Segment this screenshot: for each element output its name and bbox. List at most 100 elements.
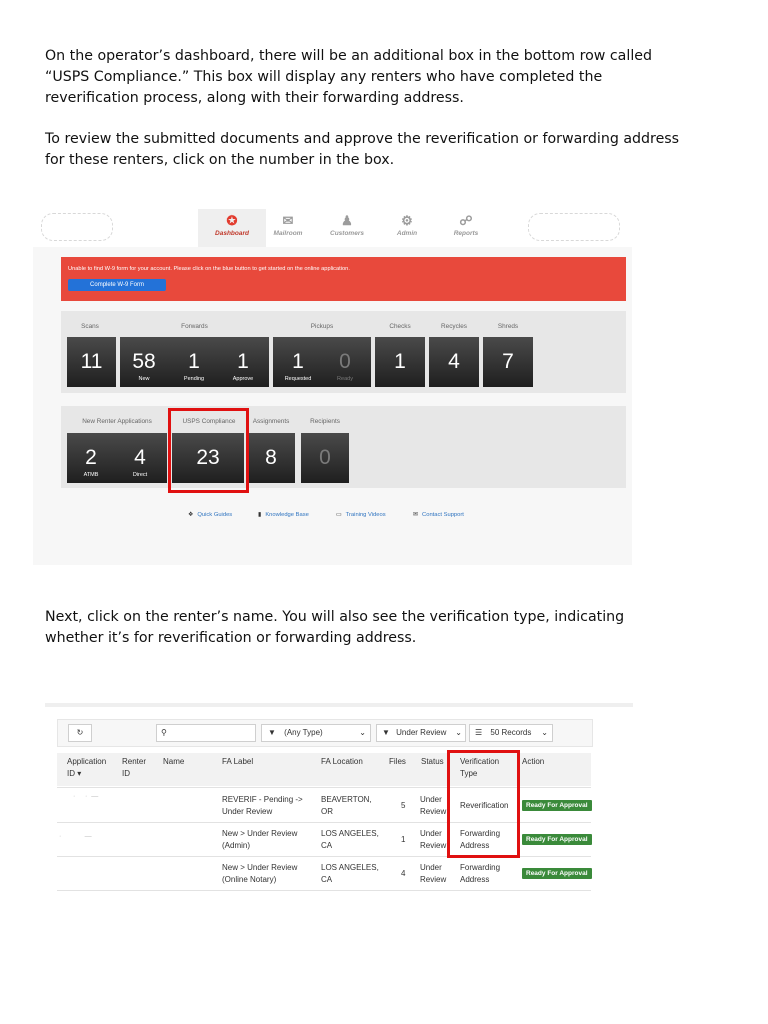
knowledge-base-link[interactable]: ▮ Knowledge Base [258, 511, 309, 518]
gears-icon: ⚙ [401, 213, 413, 228]
recycles-count: 4 [448, 350, 460, 373]
col-fa-label[interactable]: FA Label [222, 756, 253, 768]
row3-ready-for-approval-button[interactable]: Ready For Approval [522, 868, 592, 879]
search-icon: ⚲ [161, 728, 167, 737]
contact-support-link[interactable]: ✉ Contact Support [413, 511, 464, 518]
chevron-down-icon: ⌄ [359, 728, 366, 737]
col-application-id[interactable]: Application ID ▾ [67, 756, 115, 780]
quick-guides-link[interactable]: ❖ Quick Guides [188, 511, 232, 518]
recipients-tile[interactable]: 0 [301, 433, 349, 483]
row2-files[interactable]: 1 [401, 834, 405, 846]
pickups-tile: 1 Requested 0 Ready [273, 337, 371, 387]
highlight-box [447, 750, 520, 858]
checks-tile[interactable]: 1 [375, 337, 425, 387]
next-step-paragraph: Next, click on the renter’s name. You wi… [45, 607, 735, 649]
line: New > Under Review [222, 829, 298, 838]
line: Review [420, 807, 447, 816]
pickups-requested[interactable]: 1 Requested [276, 350, 320, 383]
text-line: whether it’s for reverification or forwa… [45, 630, 417, 646]
row2-status: Under Review [420, 828, 446, 852]
column-label: Application ID [67, 757, 107, 778]
line: BEAVERTON, [321, 795, 372, 804]
line: CA [321, 841, 333, 850]
row2-fa-label: New > Under Review (Admin) [222, 828, 297, 852]
col-action[interactable]: Action [522, 756, 544, 768]
header-shreds: Shreds [497, 323, 519, 330]
sort-desc-icon: ▾ [77, 769, 82, 778]
recipients-count: 0 [319, 446, 331, 469]
training-videos-link[interactable]: ▭ Training Videos [336, 511, 386, 518]
forwards-approve[interactable]: 1 Approve [221, 351, 265, 383]
row1-ready-for-approval-button[interactable]: Ready For Approval [522, 800, 592, 811]
forwards-new[interactable]: 58 New [125, 350, 163, 383]
highlight-box [168, 408, 249, 493]
row3-files[interactable]: 4 [401, 868, 405, 880]
w9-alert: Unable to find W-9 form for your account… [61, 257, 626, 301]
col-fa-location[interactable]: FA Location [321, 756, 363, 768]
header-forwards: Forwards [181, 323, 208, 330]
row1-files[interactable]: 5 [401, 800, 405, 812]
nav-customers[interactable]: ♟ Customers [313, 209, 381, 247]
nav-admin[interactable]: ⚙ Admin [373, 209, 441, 247]
monitor-icon: ▭ [336, 512, 342, 518]
sublabel: ATMB [83, 472, 99, 478]
complete-w9-button[interactable]: Complete W-9 Form [68, 279, 166, 291]
count: 58 [132, 350, 156, 373]
row3-status: Under Review [420, 862, 446, 886]
row1-status: Under Review [420, 794, 446, 818]
row1-location: BEAVERTON, OR [321, 794, 372, 818]
line: LOS ANGELES, [321, 829, 379, 838]
count: 1 [188, 350, 200, 373]
link-label: Contact Support [422, 512, 464, 518]
count: 0 [339, 350, 351, 373]
nav-mailroom[interactable]: ✉ Mailroom [254, 209, 322, 247]
count: 2 [85, 446, 97, 469]
refresh-button[interactable]: ↻ [68, 724, 92, 742]
type-filter-value: (Any Type) [284, 728, 323, 737]
pickups-ready[interactable]: 0 Ready [323, 350, 367, 383]
col-files[interactable]: Files [389, 756, 406, 768]
sublabel: Requested [284, 376, 312, 382]
col-name[interactable]: Name [163, 756, 184, 768]
shreds-tile[interactable]: 7 [483, 337, 533, 387]
alert-message: Unable to find W-9 form for your account… [68, 266, 350, 272]
text-line: On the operator’s dashboard, there will … [45, 48, 652, 64]
row2-ready-for-approval-button[interactable]: Ready For Approval [522, 834, 592, 845]
count: 1 [292, 350, 304, 373]
sublabel: Approve [232, 376, 254, 382]
nav-label: Admin [396, 230, 418, 237]
account-menu-blurred [528, 213, 620, 241]
sublabel: New [138, 376, 150, 382]
text-line: Next, click on the renter’s name. You wi… [45, 609, 625, 625]
header-checks: Checks [389, 323, 411, 330]
applications-direct[interactable]: 4 Direct [118, 447, 162, 479]
row3-location: LOS ANGELES, CA [321, 862, 379, 886]
status-filter-value: Under Review [396, 728, 447, 737]
redacted-id: · — [59, 833, 92, 840]
intro-paragraph: On the operator’s dashboard, there will … [45, 46, 735, 109]
forwards-pending[interactable]: 1 Pending [172, 350, 216, 383]
assignments-tile[interactable]: 8 [247, 433, 295, 483]
col-renter-id[interactable]: Renter ID [122, 756, 152, 780]
scans-tile[interactable]: 11 [67, 337, 116, 387]
col-status[interactable]: Status [421, 756, 444, 768]
line: (Online Notary) [222, 875, 277, 884]
records-select[interactable]: ☰ 50 Records ⌄ [469, 724, 553, 742]
filter-icon: ▼ [268, 728, 276, 737]
line: Address [460, 875, 490, 884]
nav-reports[interactable]: ☍ Reports [432, 209, 500, 247]
line: Review [420, 841, 447, 850]
recycles-tile[interactable]: 4 [429, 337, 479, 387]
applications-atmb[interactable]: 2 ATMB [69, 446, 113, 479]
top-navbar: ✪ Dashboard ✉ Mailroom ♟ Customers ⚙ Admin ☍… [33, 205, 632, 247]
status-filter-select[interactable]: ▼ Under Review ⌄ [376, 724, 466, 742]
header-pickups: Pickups [310, 323, 334, 330]
text-line: “USPS Compliance.” This box will display… [45, 69, 603, 85]
line: OR [321, 807, 333, 816]
row1-fa-label: REVERIF - Pending -> Under Review [222, 794, 303, 818]
type-filter-select[interactable]: ▼ (Any Type) ⌄ [261, 724, 371, 742]
sublabel: Pending [183, 376, 205, 382]
review-paragraph: To review the submitted documents and ap… [45, 129, 735, 171]
row2-location: LOS ANGELES, CA [321, 828, 379, 852]
search-input[interactable]: ⚲ [156, 724, 256, 742]
